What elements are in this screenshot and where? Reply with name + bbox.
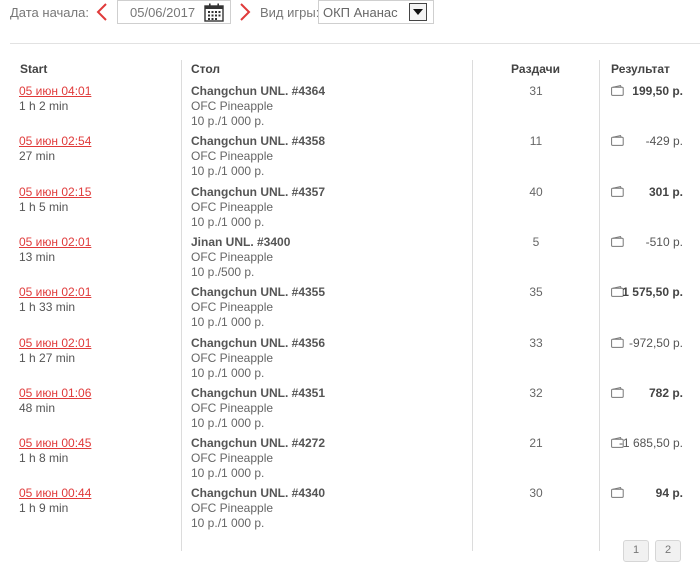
table-name: Jinan UNL. #3400: [191, 235, 291, 249]
session-duration: 1 h 2 min: [19, 99, 69, 113]
table-name: Changchun UNL. #4358: [191, 134, 326, 148]
game-type: OFC Pineapple: [191, 200, 274, 214]
session-start-link[interactable]: 05 июн 02:01: [19, 336, 91, 350]
wallet-icon[interactable]: [611, 487, 624, 498]
divider: [10, 43, 700, 44]
hands-count: 35: [529, 285, 543, 299]
prev-date-arrow-icon[interactable]: [95, 2, 109, 22]
game-type-select[interactable]: ОКП Ананас: [318, 0, 434, 24]
hands-count: 30: [529, 486, 543, 500]
stakes: 10 р./1 000 р.: [191, 466, 265, 480]
session-result: -1 685,50 р.: [618, 436, 683, 450]
stakes: 10 р./1 000 р.: [191, 114, 265, 128]
game-type: OFC Pineapple: [191, 250, 274, 264]
game-type: OFC Pineapple: [191, 501, 274, 515]
table-name: Changchun UNL. #4351: [191, 386, 326, 400]
hands-count: 31: [529, 84, 543, 98]
table-name: Changchun UNL. #4356: [191, 336, 326, 350]
session-duration: 1 h 5 min: [19, 200, 69, 214]
stakes: 10 р./1 000 р.: [191, 516, 265, 530]
session-result: 94 р.: [655, 486, 683, 500]
session-start-link[interactable]: 05 июн 02:01: [19, 235, 91, 249]
game-type: OFC Pineapple: [191, 451, 274, 465]
session-duration: 1 h 33 min: [19, 300, 76, 314]
wallet-icon[interactable]: [611, 337, 624, 348]
table-row: 05 июн 00:45 1 h 8 min Changchun UNL. #427…: [0, 436, 700, 486]
session-result: -510 р.: [645, 235, 683, 249]
wallet-icon[interactable]: [611, 387, 624, 398]
table-row: 05 июн 02:54 27 min Changchun UNL. #4358 OF…: [0, 134, 700, 184]
date-picker[interactable]: [117, 0, 231, 24]
stakes: 10 р./1 000 р.: [191, 416, 265, 430]
session-result: -972,50 р.: [628, 336, 683, 350]
date-label: Дата начала:: [10, 5, 89, 20]
wallet-icon[interactable]: [611, 135, 624, 146]
game-type: OFC Pineapple: [191, 351, 274, 365]
session-result: 782 р.: [648, 386, 683, 400]
filter-bar: Дата начала: Вид игры: ОКП Ананас: [0, 0, 700, 30]
session-start-link[interactable]: 05 июн 02:15: [19, 185, 91, 199]
table-row: 05 июн 02:01 1 h 27 min Changchun UNL. #43…: [0, 336, 700, 386]
game-type-label: Вид игры:: [260, 5, 320, 20]
session-duration: 27 min: [19, 149, 56, 163]
session-duration: 13 min: [19, 250, 56, 264]
page-2-button[interactable]: 2: [655, 540, 681, 562]
wallet-icon[interactable]: [611, 85, 624, 96]
table-name: Changchun UNL. #4364: [191, 84, 326, 98]
hands-count: 11: [529, 134, 543, 148]
session-result: -429 р.: [645, 134, 683, 148]
chevron-down-icon[interactable]: [409, 3, 427, 21]
table-row: 05 июн 04:01 1 h 2 min Changchun UNL. #436…: [0, 84, 700, 134]
session-start-link[interactable]: 05 июн 01:06: [19, 386, 91, 400]
game-type: OFC Pineapple: [191, 99, 274, 113]
table-row: 05 июн 00:44 1 h 9 min Changchun UNL. #434…: [0, 486, 700, 536]
session-result: 301 р.: [648, 185, 683, 199]
session-duration: 1 h 9 min: [19, 501, 69, 515]
hands-count: 21: [529, 436, 543, 450]
column-header-result: Результат: [611, 62, 670, 76]
table-row: 05 июн 02:15 1 h 5 min Changchun UNL. #435…: [0, 185, 700, 235]
session-start-link[interactable]: 05 июн 04:01: [19, 84, 91, 98]
game-type: OFC Pineapple: [191, 149, 274, 163]
game-type: OFC Pineapple: [191, 401, 274, 415]
hands-count: 33: [529, 336, 543, 350]
stakes: 10 р./500 р.: [191, 265, 255, 279]
session-result: 1 575,50 р.: [622, 285, 683, 299]
table-row: 05 июн 02:01 1 h 33 min Changchun UNL. #43…: [0, 285, 700, 335]
table-name: Changchun UNL. #4272: [191, 436, 326, 450]
table-row: 05 июн 02:01 13 min Jinan UNL. #3400 OFC Pi…: [0, 235, 700, 285]
stakes: 10 р./1 000 р.: [191, 164, 265, 178]
stakes: 10 р./1 000 р.: [191, 366, 265, 380]
hands-count: 32: [529, 386, 543, 400]
session-start-link[interactable]: 05 июн 02:54: [19, 134, 91, 148]
next-date-arrow-icon[interactable]: [238, 2, 252, 22]
session-duration: 1 h 27 min: [19, 351, 76, 365]
hands-count: 40: [529, 185, 543, 199]
column-header-table: Стол: [191, 62, 221, 76]
session-start-link[interactable]: 05 июн 02:01: [19, 285, 91, 299]
wallet-icon[interactable]: [611, 236, 624, 247]
column-header-hands: Раздачи: [511, 62, 560, 76]
table-row: 05 июн 01:06 48 min Changchun UNL. #4351 OF…: [0, 386, 700, 436]
wallet-icon[interactable]: [611, 186, 624, 197]
page-1-button[interactable]: 1: [623, 540, 649, 562]
table-name: Changchun UNL. #4355: [191, 285, 326, 299]
session-result: 199,50 р.: [632, 84, 683, 98]
session-duration: 48 min: [19, 401, 56, 415]
session-start-link[interactable]: 05 июн 00:44: [19, 486, 91, 500]
table-name: Changchun UNL. #4340: [191, 486, 326, 500]
session-duration: 1 h 8 min: [19, 451, 69, 465]
stakes: 10 р./1 000 р.: [191, 215, 265, 229]
column-header-start: Start: [20, 62, 48, 76]
calendar-icon[interactable]: [204, 3, 224, 22]
table-name: Changchun UNL. #4357: [191, 185, 326, 199]
game-type-value: ОКП Ананас: [323, 5, 398, 20]
date-input[interactable]: [118, 1, 214, 23]
hands-count: 5: [532, 235, 540, 249]
game-type: OFC Pineapple: [191, 300, 274, 314]
stakes: 10 р./1 000 р.: [191, 315, 265, 329]
session-start-link[interactable]: 05 июн 00:45: [19, 436, 91, 450]
